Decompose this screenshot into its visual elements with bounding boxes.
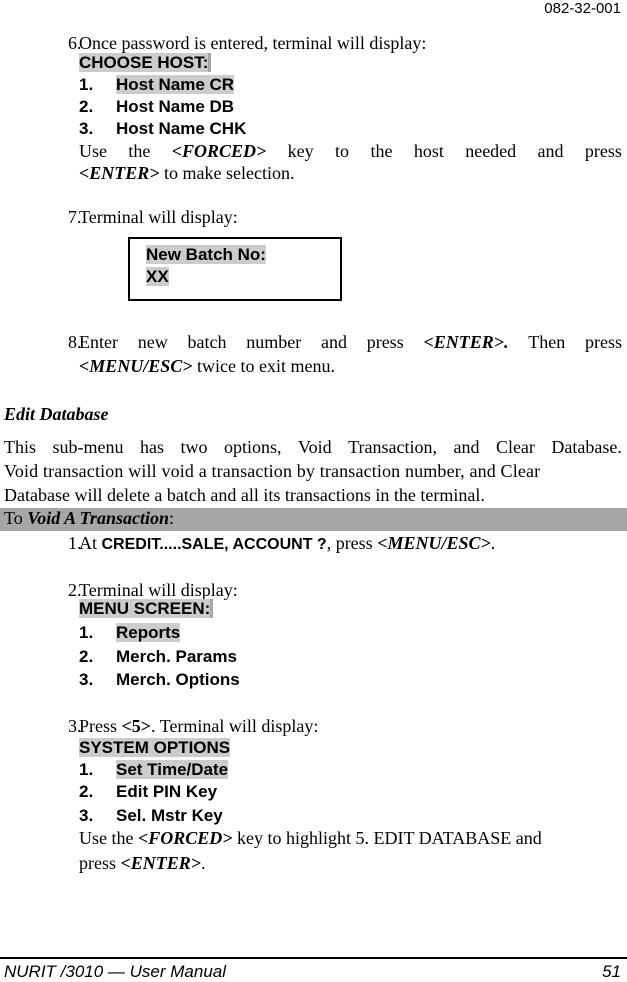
forced-key-label: <FORCED> — [137, 828, 233, 848]
word: the — [370, 141, 393, 161]
menu-item-number: 1. — [79, 75, 94, 94]
word: has — [139, 437, 164, 457]
footer-divider — [0, 957, 627, 959]
menu-item-number: 2. — [79, 782, 94, 801]
menu-item-number: 1. — [79, 623, 94, 642]
step8-line2: <MENU/ESC> twice to exit menu. — [79, 356, 335, 377]
menu-item-number: 3. — [79, 806, 94, 825]
step-text: Terminal will display: — [79, 580, 238, 600]
new-batch-label: New Batch No: — [146, 245, 266, 264]
menu-title-system-options: SYSTEM OPTIONS — [79, 738, 231, 757]
word: Transaction, — [348, 437, 437, 457]
text: . — [490, 533, 496, 553]
menu-esc-key-label: <MENU/ESC> — [79, 356, 193, 376]
word: Void — [297, 437, 332, 457]
void-step3-instruction-line1: Use the <FORCED> key to highlight 5. EDI… — [79, 828, 542, 849]
word: Use — [79, 141, 107, 161]
text: Press — [79, 716, 122, 736]
enter-key-label: <ENTER> — [79, 163, 160, 183]
section-heading: Edit Database — [4, 404, 109, 424]
menu-item-sel-mstr-key: Sel. Mstr Key — [116, 806, 223, 825]
menu-title-choose-host: CHOOSE HOST: — [79, 53, 209, 72]
word: Then — [528, 332, 566, 352]
word: Clear — [495, 437, 535, 457]
enter-key-label: <ENTER>. — [423, 332, 509, 352]
credit-sale-prompt: CREDIT.....SALE, ACCOUNT ? — [101, 536, 327, 553]
word: Enter — [79, 332, 118, 352]
word: press — [584, 332, 622, 352]
text: . Terminal will display: — [151, 716, 319, 736]
word: press — [366, 332, 404, 352]
document-number: 082-32-001 — [544, 0, 621, 17]
word: batch — [187, 332, 227, 352]
menu-item-host-cr: Host Name CR — [116, 75, 235, 94]
word: two — [180, 437, 208, 457]
word: sub-menu — [52, 437, 124, 457]
word: press — [584, 141, 622, 161]
word: and — [453, 437, 480, 457]
menu-item-number: 3. — [79, 670, 94, 689]
menu-item-merch-params: Merch. Params — [116, 647, 237, 666]
footer-title: NURIT /3010 — User Manual — [4, 962, 227, 981]
menu-title-menu-screen: MENU SCREEN: — [79, 599, 211, 618]
text: to make selection. — [159, 163, 295, 183]
menu-item-set-time-date: Set Time/Date — [116, 760, 229, 779]
text: Use the — [79, 828, 138, 848]
paragraph-line3: Database will delete a batch and all its… — [4, 485, 485, 505]
word: This — [4, 437, 37, 457]
batch-number-value: XX — [146, 267, 169, 286]
word: number — [246, 332, 302, 352]
word: and — [320, 332, 347, 352]
page-number: 51 — [602, 962, 621, 981]
paragraph-line1: This sub-menu has two options, Void Tran… — [4, 437, 622, 458]
text: twice to exit menu. — [192, 356, 336, 376]
banner-suffix: : — [168, 508, 174, 528]
void-transaction-banner: To Void A Transaction: — [0, 508, 627, 531]
word: options, — [223, 437, 282, 457]
menu-item-merch-options: Merch. Options — [116, 670, 240, 689]
void-step3-text: Press <5>. Terminal will display: — [79, 716, 318, 737]
menu-item-edit-pin-key: Edit PIN Key — [116, 782, 218, 801]
menu-item-number: 2. — [79, 647, 94, 666]
menu-item-number: 3. — [79, 119, 94, 138]
step6-instruction-line1: Use the <FORCED> key to the host needed … — [79, 141, 622, 162]
word: to — [335, 141, 350, 161]
menu-item-host-chk: Host Name CHK — [116, 119, 247, 138]
word: and — [537, 141, 564, 161]
forced-key-label: <FORCED> — [171, 141, 267, 161]
step6-instruction-line2: <ENTER> to make selection. — [79, 163, 295, 184]
step8-line1: Enter new batch number and press <ENTER>… — [79, 332, 622, 353]
paragraph-line2: Void transaction will void a transaction… — [4, 461, 541, 481]
word: the — [128, 141, 151, 161]
word: needed — [465, 141, 517, 161]
text: . — [201, 853, 206, 873]
menu-item-number: 1. — [79, 760, 94, 779]
banner-title: Void A Transaction — [27, 508, 169, 528]
menu-esc-key-label: <MENU/ESC> — [377, 533, 491, 553]
void-step3-instruction-line2: press <ENTER>. — [79, 853, 206, 874]
terminal-display-box: New Batch No: XX — [128, 237, 342, 301]
key-5-label: <5> — [121, 716, 152, 736]
text: key to highlight 5. EDIT DATABASE and — [232, 828, 542, 848]
void-step1-text: At CREDIT.....SALE, ACCOUNT ?, press <ME… — [79, 533, 495, 554]
word: new — [137, 332, 168, 352]
step-text: Terminal will display: — [79, 207, 238, 227]
text: , press — [326, 533, 378, 553]
step-text: Once password is entered, terminal will … — [79, 33, 427, 53]
text: press — [79, 853, 121, 873]
word: host — [413, 141, 444, 161]
banner-prefix: To — [4, 508, 28, 528]
menu-item-reports: Reports — [116, 623, 181, 642]
enter-key-label: <ENTER> — [120, 853, 202, 873]
word: Database. — [551, 437, 622, 457]
menu-item-number: 2. — [79, 97, 94, 116]
menu-item-host-db: Host Name DB — [116, 97, 235, 116]
text: At — [79, 533, 102, 553]
word: key — [287, 141, 314, 161]
